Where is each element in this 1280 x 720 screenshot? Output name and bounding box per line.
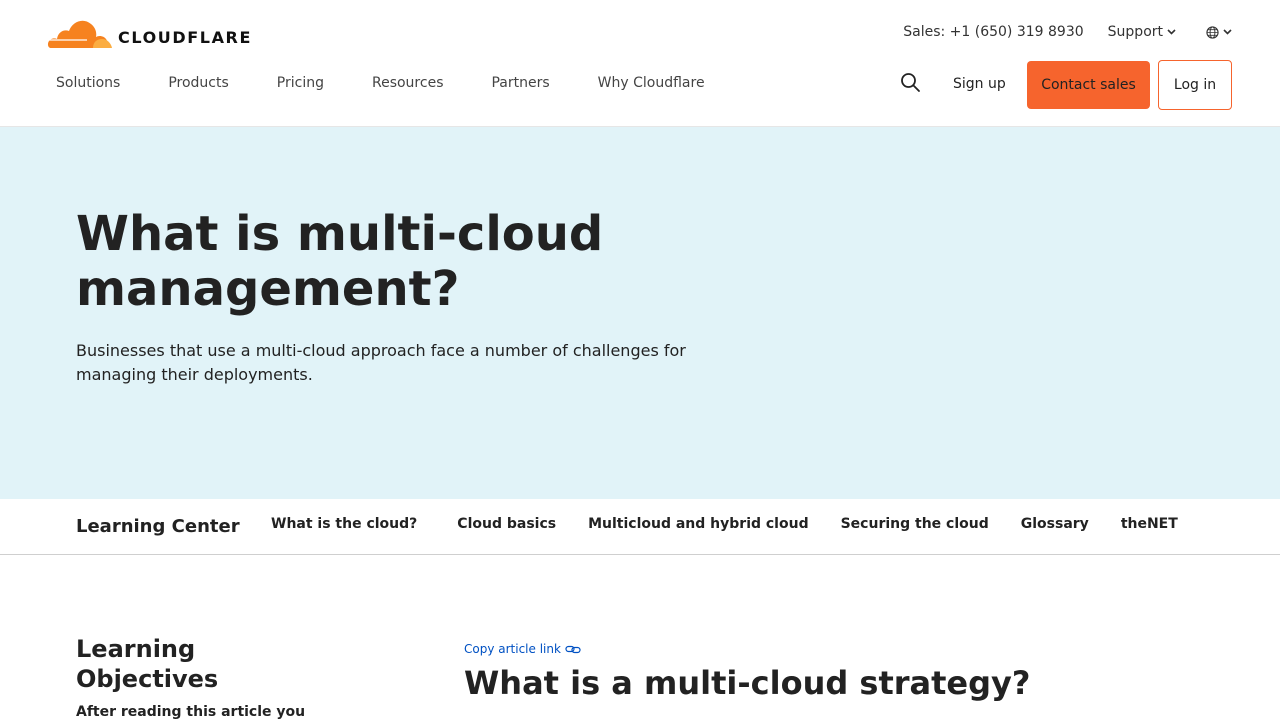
subnav-multicloud-hybrid[interactable]: Multicloud and hybrid cloud: [588, 516, 809, 532]
subnav-what-is-cloud[interactable]: What is the cloud?: [271, 516, 417, 532]
sales-phone[interactable]: Sales: +1 (650) 319 8930: [903, 24, 1083, 40]
copy-article-link[interactable]: Copy article link: [464, 642, 582, 656]
utility-bar: Sales: +1 (650) 319 8930 Support: [903, 24, 1232, 40]
nav-why-cloudflare[interactable]: Why Cloudflare: [598, 73, 705, 93]
site-header: CLOUDFLARE Sales: +1 (650) 319 8930 Supp…: [0, 0, 1280, 127]
nav-pricing[interactable]: Pricing: [277, 73, 324, 93]
learning-center-links: What is the cloud? Cloud basics Multiclo…: [271, 516, 1210, 532]
cloudflare-logo[interactable]: CLOUDFLARE: [47, 15, 252, 49]
contact-sales-button[interactable]: Contact sales: [1027, 61, 1150, 109]
language-selector[interactable]: [1206, 25, 1232, 39]
subnav-thenet[interactable]: theNET: [1121, 516, 1178, 532]
globe-icon: [1206, 25, 1219, 39]
subnav-cloud-basics[interactable]: Cloud basics: [457, 516, 556, 532]
learning-center-nav: Learning Center What is the cloud? Cloud…: [0, 499, 1280, 555]
search-icon: [901, 73, 920, 92]
nav-resources[interactable]: Resources: [372, 73, 444, 93]
link-icon: [565, 645, 581, 653]
subnav-securing-cloud[interactable]: Securing the cloud: [841, 516, 989, 532]
main-nav: Solutions Products Pricing Resources Par…: [56, 73, 753, 93]
chevron-down-icon: [1167, 29, 1176, 35]
page-title: What is multi-cloud management?: [76, 206, 604, 317]
copy-link-label: Copy article link: [464, 642, 561, 656]
hero-banner: What is multi-cloud management? Business…: [0, 127, 1280, 499]
support-label: Support: [1107, 24, 1163, 40]
learning-objectives: Learning Objectives After reading this a…: [76, 634, 336, 720]
search-button[interactable]: [899, 71, 923, 95]
article-body: Copy article link What is a multi-cloud …: [464, 638, 1224, 702]
nav-products[interactable]: Products: [168, 73, 228, 93]
nav-partners[interactable]: Partners: [491, 73, 549, 93]
chevron-down-icon: [1223, 29, 1232, 35]
logo-wordmark: CLOUDFLARE: [118, 28, 252, 47]
nav-solutions[interactable]: Solutions: [56, 73, 120, 93]
login-button[interactable]: Log in: [1158, 60, 1232, 110]
signup-link[interactable]: Sign up: [953, 76, 1006, 92]
learning-center-title[interactable]: Learning Center: [76, 516, 240, 537]
article-heading: What is a multi-cloud strategy?: [464, 664, 1031, 702]
cloud-logo-icon: [47, 20, 112, 48]
support-menu[interactable]: Support: [1108, 24, 1176, 40]
page-subtitle: Businesses that use a multi-cloud approa…: [76, 341, 686, 384]
subnav-glossary[interactable]: Glossary: [1021, 516, 1089, 532]
objectives-title: Learning Objectives: [76, 635, 219, 693]
objectives-intro: After reading this article you: [76, 704, 306, 720]
